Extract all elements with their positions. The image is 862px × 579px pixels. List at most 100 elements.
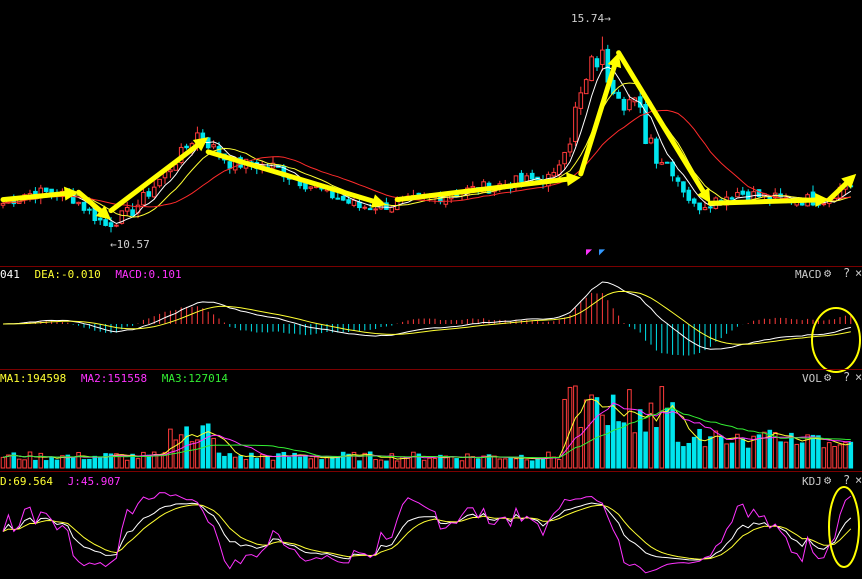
volume-bar [448, 456, 454, 469]
candle-body [600, 49, 605, 66]
volume-bar [691, 436, 697, 469]
volume-bar [189, 441, 195, 469]
vol-settings-gear-icon[interactable]: ⚙ [824, 371, 831, 384]
kdj-legend: D:69.564 J:45.907 [0, 475, 121, 488]
volume-bar [816, 435, 821, 469]
volume-bar [286, 456, 292, 469]
candle-body [308, 186, 314, 189]
vol-legend: MA1:194598 MA2:151558 MA3:127014 [0, 372, 228, 385]
trend-arrow-line [826, 181, 849, 203]
volume-bar [324, 456, 330, 469]
trend-arrow-line [108, 143, 200, 214]
candle-body [562, 151, 567, 165]
candle-body [589, 56, 594, 82]
volume-bar [281, 451, 287, 469]
candle-body [729, 197, 735, 200]
volume-bar [697, 428, 702, 469]
candle-body [573, 106, 578, 143]
kdj-help-icon[interactable]: ? [843, 474, 850, 487]
volume-bar [524, 459, 530, 469]
vol-ma1-value: MA1:194598 [0, 372, 67, 385]
volume-bar [735, 433, 740, 469]
volume-bar [729, 442, 735, 469]
high-price-label: 15.74 [571, 12, 605, 25]
kdj-d-value: D:69.564 [0, 475, 53, 488]
volume-bar [146, 454, 152, 469]
volume-bar [394, 460, 400, 469]
volume-bar [157, 454, 162, 469]
macd-close-icon[interactable]: × [855, 267, 862, 280]
volume-bar [681, 446, 686, 469]
volume-bar [810, 434, 816, 469]
macd-settings-gear-icon[interactable]: ⚙ [824, 267, 831, 280]
volume-bar [600, 414, 605, 469]
panel-divider [0, 266, 862, 267]
kdj-close-icon[interactable]: × [855, 474, 862, 487]
volume-bar [340, 451, 346, 469]
vol-ma2-value: MA2:151558 [80, 372, 148, 385]
volume-bar [470, 456, 476, 469]
candle-body [616, 91, 621, 99]
macd-dif-line [2, 281, 851, 350]
volume-bar [335, 456, 341, 469]
candle-body [594, 58, 600, 68]
kdj-d-line [2, 504, 852, 560]
candle-body [157, 178, 162, 187]
volume-bar [778, 441, 783, 469]
candle-body [303, 182, 308, 190]
volume-bar [492, 455, 497, 469]
candle-body [664, 161, 670, 164]
candle-body [708, 206, 713, 209]
candle-body [702, 207, 708, 211]
kdj-title: KDJ [802, 475, 822, 488]
volume-bar [654, 427, 659, 469]
volume-bar [432, 457, 438, 469]
arrow-right-icon: → [604, 12, 611, 25]
volume-bar [76, 452, 81, 469]
volume-bar [659, 386, 665, 469]
candle-body [583, 79, 589, 95]
volume-bar [508, 457, 513, 469]
candle-body [227, 161, 233, 169]
volume-bar [745, 447, 751, 469]
vol-help-icon[interactable]: ? [843, 371, 850, 384]
highlight-circle-macd [811, 307, 861, 373]
volume-bar [740, 438, 746, 469]
volume-bar [540, 458, 546, 469]
macd-help-icon[interactable]: ? [843, 267, 850, 280]
vol-close-icon[interactable]: × [855, 371, 862, 384]
volume-bar [357, 460, 362, 469]
volume-bar [254, 457, 260, 469]
candle-body [87, 208, 92, 211]
trend-arrow-head [370, 194, 387, 208]
volume-bar [330, 456, 335, 469]
volume-bar [16, 458, 22, 469]
volume-bar [621, 422, 627, 469]
candle-body [184, 145, 189, 149]
volume-bar [27, 451, 33, 469]
volume-bar [43, 460, 49, 469]
volume-bar [427, 457, 432, 469]
volume-bar [222, 455, 227, 469]
volume-bar [708, 436, 713, 469]
volume-bar [562, 398, 567, 469]
kdj-settings-gear-icon[interactable]: ⚙ [824, 474, 831, 487]
chart-canvas [0, 36, 861, 574]
volume-bar [216, 452, 222, 469]
volume-bar [756, 434, 762, 469]
volume-bar [718, 435, 724, 469]
panel-divider [0, 471, 862, 472]
kdj-j-line [2, 492, 852, 574]
trend-arrow-line [707, 197, 818, 206]
candle-body [346, 199, 351, 204]
vol-title: VOL [802, 372, 822, 385]
volume-bar [135, 458, 141, 469]
volume-bar [497, 458, 503, 469]
volume-bar [546, 451, 551, 469]
volume-bar [87, 458, 92, 469]
candle-body [367, 208, 373, 211]
volume-bar [637, 409, 643, 469]
highlight-circle-kdj [828, 486, 860, 568]
volume-bar [605, 425, 611, 469]
candle-body [340, 195, 346, 201]
